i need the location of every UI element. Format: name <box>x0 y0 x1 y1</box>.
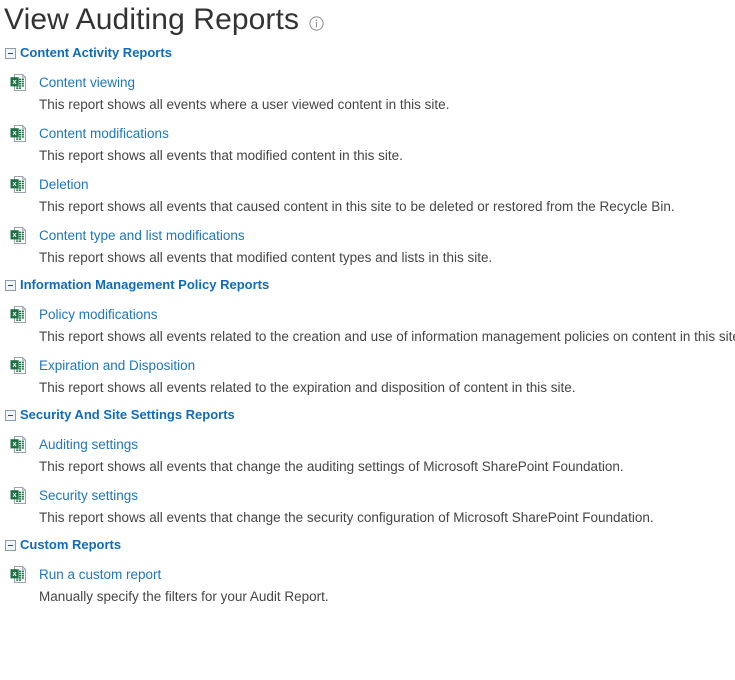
section-title: Information Management Policy Reports <box>20 277 270 292</box>
report-list: x Content viewing This report shows all … <box>0 73 735 266</box>
report-head: x Content type and list modifications <box>10 226 735 245</box>
report-section-information-management-policy-reports: Information Management Policy Reports x … <box>0 276 735 396</box>
excel-report-icon: x <box>10 435 27 453</box>
report-link[interactable]: Content type and list modifications <box>39 227 245 244</box>
report-link[interactable]: Auditing settings <box>39 436 138 453</box>
report-sections: Content Activity Reports x Content viewi… <box>0 44 735 605</box>
report-list: x Policy modifications This report shows… <box>0 305 735 396</box>
report-link[interactable]: Deletion <box>39 176 89 193</box>
report-list: x Auditing settings This report shows al… <box>0 435 735 526</box>
collapse-minus-icon[interactable] <box>5 409 16 421</box>
report-link[interactable]: Policy modifications <box>39 306 158 323</box>
report-head: x Content modifications <box>10 124 735 143</box>
section-title: Custom Reports <box>20 537 122 552</box>
section-header-security-and-site-settings-reports[interactable]: Security And Site Settings Reports <box>0 406 735 424</box>
report-item: x Content modifications This report show… <box>0 124 735 164</box>
report-item: x Expiration and Disposition This report… <box>0 356 735 396</box>
report-item: x Auditing settings This report shows al… <box>0 435 735 475</box>
excel-report-icon: x <box>10 305 27 323</box>
report-section-custom-reports: Custom Reports x Run a custom report Man… <box>0 536 735 605</box>
report-head: x Run a custom report <box>10 565 735 584</box>
excel-report-icon: x <box>10 486 27 504</box>
report-head: x Security settings <box>10 486 735 505</box>
collapse-minus-icon[interactable] <box>5 539 16 551</box>
excel-report-icon: x <box>10 226 27 244</box>
report-description: This report shows all events that modifi… <box>39 148 403 163</box>
report-item: x Content viewing This report shows all … <box>0 73 735 113</box>
report-head: x Policy modifications <box>10 305 735 324</box>
collapse-minus-icon[interactable] <box>5 279 16 291</box>
excel-report-icon: x <box>10 356 27 374</box>
page-title-row: View Auditing Reports <box>0 0 735 40</box>
report-list: x Run a custom report Manually specify t… <box>0 565 735 605</box>
report-item: x Security settings This report shows al… <box>0 486 735 526</box>
report-link[interactable]: Security settings <box>39 487 138 504</box>
report-description: This report shows all events that modifi… <box>39 250 493 265</box>
report-description: This report shows all events that change… <box>39 510 654 525</box>
section-header-custom-reports[interactable]: Custom Reports <box>0 536 735 554</box>
report-item: x Policy modifications This report shows… <box>0 305 735 345</box>
report-section-content-activity-reports: Content Activity Reports x Content viewi… <box>0 44 735 266</box>
section-title: Security And Site Settings Reports <box>20 407 235 422</box>
report-description: This report shows all events related to … <box>39 380 576 395</box>
report-link[interactable]: Content modifications <box>39 125 169 142</box>
report-section-security-and-site-settings-reports: Security And Site Settings Reports x Aud… <box>0 406 735 526</box>
info-circle-icon[interactable] <box>309 15 324 31</box>
report-description: Manually specify the filters for your Au… <box>39 589 329 604</box>
section-header-information-management-policy-reports[interactable]: Information Management Policy Reports <box>0 276 735 294</box>
section-title: Content Activity Reports <box>20 45 172 60</box>
report-link[interactable]: Content viewing <box>39 74 135 91</box>
report-description: This report shows all events that change… <box>39 459 624 474</box>
section-header-content-activity-reports[interactable]: Content Activity Reports <box>0 44 735 62</box>
report-item: x Deletion This report shows all events … <box>0 175 735 215</box>
report-item: x Content type and list modifications Th… <box>0 226 735 266</box>
report-head: x Content viewing <box>10 73 735 92</box>
excel-report-icon: x <box>10 565 27 583</box>
auditing-reports-page: View Auditing Reports Content Activity R… <box>0 0 735 680</box>
report-link[interactable]: Run a custom report <box>39 566 161 583</box>
report-item: x Run a custom report Manually specify t… <box>0 565 735 605</box>
report-link[interactable]: Expiration and Disposition <box>39 357 195 374</box>
collapse-minus-icon[interactable] <box>5 47 16 59</box>
excel-report-icon: x <box>10 124 27 142</box>
report-description: This report shows all events where a use… <box>39 97 450 112</box>
excel-report-icon: x <box>10 175 27 193</box>
report-head: x Deletion <box>10 175 735 194</box>
excel-report-icon: x <box>10 73 27 91</box>
report-head: x Expiration and Disposition <box>10 356 735 375</box>
page-title: View Auditing Reports <box>4 3 300 36</box>
report-description: This report shows all events that caused… <box>39 199 675 214</box>
report-head: x Auditing settings <box>10 435 735 454</box>
report-description: This report shows all events related to … <box>39 329 735 344</box>
